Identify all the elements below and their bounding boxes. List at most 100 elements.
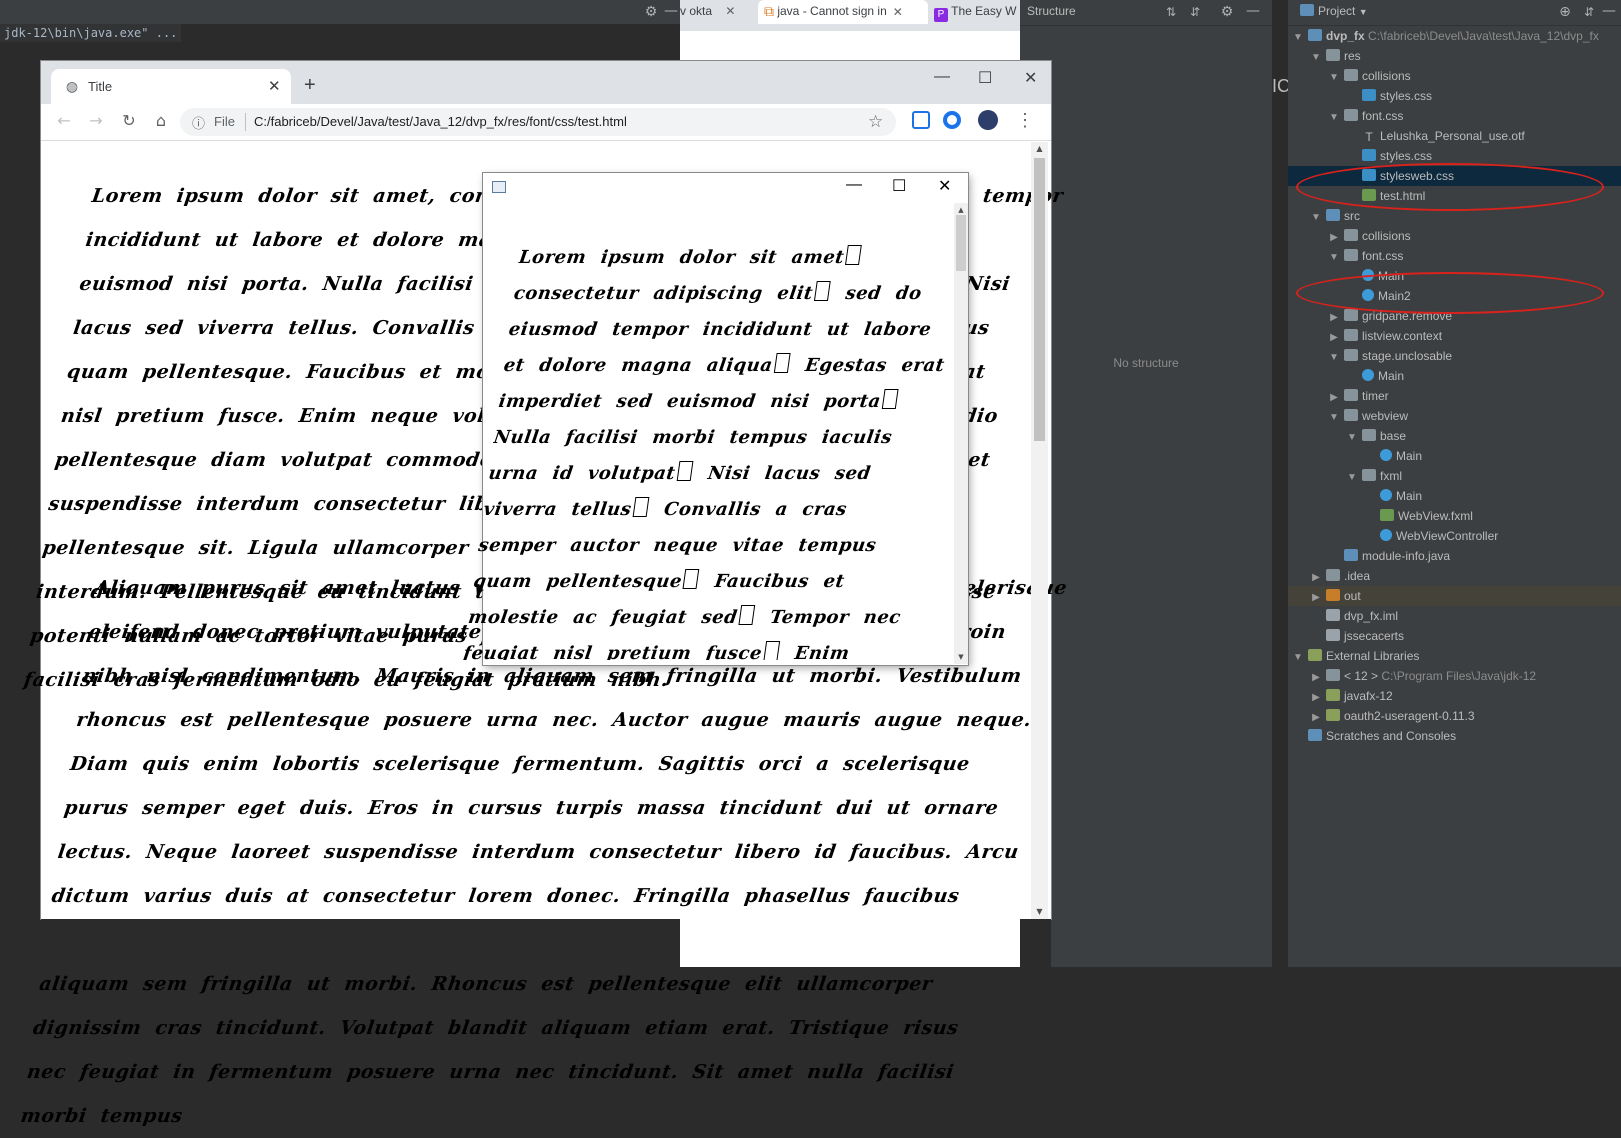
chevron-down-icon[interactable]: ▼ (1328, 408, 1340, 428)
chevron-right-icon[interactable]: ▶ (1310, 668, 1322, 688)
tree-item-stage-unclosable[interactable]: ▼ stage.unclosable (1288, 346, 1621, 366)
new-tab-button[interactable]: + (304, 74, 316, 97)
chevron-down-icon[interactable]: ▼ (1346, 428, 1358, 448)
tree-item-out[interactable]: ▶ out (1288, 586, 1621, 606)
collapse-all-icon[interactable]: ⇵ (1184, 1, 1206, 23)
tree-item-fxml[interactable]: ▼ fxml (1288, 466, 1621, 486)
tree-item-external-libraries[interactable]: ▼ External Libraries (1288, 646, 1621, 666)
hide-icon[interactable]: — (1598, 0, 1620, 22)
back-arrow-icon[interactable]: ← (52, 109, 76, 133)
tree-item-src-font-css[interactable]: ▼ font.css (1288, 246, 1621, 266)
tree-item-font-file[interactable]: T Lelushka_Personal_use.otf (1288, 126, 1621, 146)
tree-item-webviewcontroller[interactable]: WebViewController (1288, 526, 1621, 546)
tree-item-oauth2[interactable]: ▶ oauth2-useragent-0.11.3 (1288, 706, 1621, 726)
package-icon (1344, 249, 1358, 261)
chevron-right-icon[interactable]: ▶ (1328, 388, 1340, 408)
tree-item-main[interactable]: Main (1288, 446, 1621, 466)
hide-icon[interactable]: — (1242, 0, 1264, 22)
chevron-down-icon[interactable]: ▼ (1346, 468, 1358, 488)
close-window-button[interactable]: ✕ (1024, 68, 1037, 88)
minimize-button[interactable]: — (846, 176, 862, 194)
tree-item-label: collisions (1362, 69, 1411, 83)
expand-all-icon[interactable]: ⇅ (1160, 1, 1182, 23)
page-scrollbar-thumb[interactable] (1034, 158, 1045, 441)
structure-panel-title: Structure (1027, 4, 1076, 18)
maximize-button[interactable]: ☐ (892, 176, 906, 196)
chevron-right-icon[interactable]: ▶ (1310, 588, 1322, 608)
tree-item-dvp-fx[interactable]: ▼ dvp_fx C:\fabriceb\Devel\Java\test\Java… (1288, 26, 1621, 46)
tree-item-res-font-css[interactable]: ▼ font.css (1288, 106, 1621, 126)
chevron-right-icon[interactable]: ▶ (1328, 308, 1340, 328)
close-icon[interactable]: ✕ (725, 4, 735, 18)
tree-item-listview-context[interactable]: ▶ listview.context (1288, 326, 1621, 346)
chevron-down-icon[interactable]: ▼ (1310, 48, 1322, 68)
tree-item-jdk[interactable]: ▶ < 12 > C:\Program Files\Java\jdk-12 (1288, 666, 1621, 686)
extension-icon[interactable] (912, 111, 930, 129)
tree-item-module-info[interactable]: module-info.java (1288, 546, 1621, 566)
scroll-up-icon[interactable]: ▲ (1031, 142, 1048, 156)
missing-glyph-icon (773, 353, 791, 373)
webview-scrollbar-thumb[interactable] (956, 215, 966, 271)
tree-item-idea[interactable]: ▶ .idea (1288, 566, 1621, 586)
java-class-icon (1380, 489, 1392, 501)
tree-item-styles-css[interactable]: styles.css (1288, 86, 1621, 106)
java-file-icon (1344, 549, 1358, 561)
tree-item-iml[interactable]: dvp_fx.iml (1288, 606, 1621, 626)
extension-icon[interactable] (943, 111, 961, 129)
chevron-right-icon[interactable]: ▶ (1310, 688, 1322, 708)
home-icon[interactable]: ⌂ (149, 109, 173, 133)
chevron-down-icon[interactable]: ▼ (1328, 248, 1340, 268)
chevron-right-icon[interactable]: ▶ (1328, 228, 1340, 248)
tree-item-main[interactable]: Main (1288, 486, 1621, 506)
chevron-right-icon[interactable]: ▶ (1328, 328, 1340, 348)
tree-item-base[interactable]: ▼ base (1288, 426, 1621, 446)
tree-item-webview[interactable]: ▼ webview (1288, 406, 1621, 426)
project-view-selector[interactable]: Project ▼ (1300, 4, 1368, 18)
scroll-down-icon[interactable]: ▼ (1031, 905, 1048, 919)
info-icon[interactable]: ⓘ (192, 113, 205, 132)
bookmark-star-icon[interactable]: ☆ (868, 112, 883, 132)
gear-icon[interactable]: ⚙ (1216, 1, 1238, 23)
missing-glyph-icon (813, 281, 831, 301)
omnibox-url[interactable]: C:/fabriceb/Devel/Java/test/Java_12/dvp_… (254, 114, 627, 129)
tree-item-webview-fxml[interactable]: WebView.fxml (1288, 506, 1621, 526)
bg-tab-stackoverflow[interactable]: ⧉ java - Cannot sign in t ✕ (758, 0, 928, 24)
chevron-right-icon[interactable]: ▶ (1310, 568, 1322, 588)
bg-tab-easyway[interactable]: P The Easy W (934, 0, 1020, 24)
webview-scrollbar[interactable] (954, 203, 968, 664)
tree-item-scratches[interactable]: Scratches and Consoles (1288, 726, 1621, 746)
tree-item-javafx[interactable]: ▶ javafx-12 (1288, 686, 1621, 706)
chevron-down-icon[interactable]: ▼ (1328, 348, 1340, 368)
tree-item-label: font.css (1362, 249, 1404, 263)
chevron-down-icon[interactable]: ▼ (1310, 208, 1322, 228)
folder-icon (1344, 109, 1358, 121)
chevron-down-icon[interactable]: ▼ (1292, 28, 1304, 48)
chrome-active-tab[interactable] (51, 69, 291, 104)
maximize-button[interactable]: ☐ (978, 68, 992, 88)
scroll-down-icon[interactable]: ▼ (954, 650, 968, 664)
reload-icon[interactable]: ↻ (117, 109, 141, 133)
bg-tab-okta[interactable]: v okta ✕ (680, 0, 752, 24)
locate-file-icon[interactable]: ⊕ (1554, 1, 1576, 23)
chevron-right-icon[interactable]: ▶ (1310, 708, 1322, 728)
tree-item-res[interactable]: ▼ res (1288, 46, 1621, 66)
profile-avatar[interactable] (978, 110, 998, 130)
hide-icon[interactable]: — (660, 0, 682, 22)
tree-item-src-collisions[interactable]: ▶ collisions (1288, 226, 1621, 246)
background-browser-page (680, 919, 1020, 967)
collapse-all-icon[interactable]: ⇵ (1578, 1, 1600, 23)
forward-arrow-icon[interactable]: → (84, 109, 108, 133)
chevron-down-icon[interactable]: ▼ (1328, 108, 1340, 128)
close-icon[interactable]: ✕ (893, 5, 903, 19)
chevron-down-icon[interactable]: ▼ (1292, 648, 1304, 668)
tree-item-timer[interactable]: ▶ timer (1288, 386, 1621, 406)
chevron-down-icon[interactable]: ▼ (1328, 68, 1340, 88)
minimize-button[interactable]: — (934, 68, 950, 86)
close-window-button[interactable]: ✕ (938, 176, 951, 196)
tree-item-main[interactable]: Main (1288, 366, 1621, 386)
close-icon[interactable]: ✕ (268, 77, 281, 95)
kebab-menu-icon[interactable]: ⋮ (1016, 110, 1034, 131)
gear-icon[interactable]: ⚙ (640, 1, 662, 23)
tree-item-jssecacerts[interactable]: jssecacerts (1288, 626, 1621, 646)
tree-item-res-collisions[interactable]: ▼ collisions (1288, 66, 1621, 86)
